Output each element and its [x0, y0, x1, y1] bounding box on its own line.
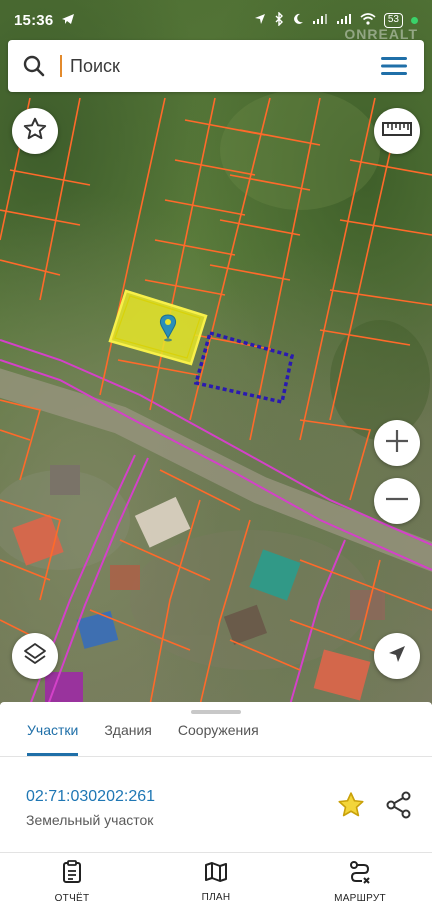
wifi-icon — [360, 12, 376, 28]
moon-icon — [292, 13, 304, 28]
minus-icon — [383, 485, 411, 518]
star-outline-icon — [22, 116, 48, 147]
report-icon — [61, 859, 83, 889]
neighbour-parcel-outline — [193, 330, 295, 405]
plus-icon — [383, 427, 411, 460]
location-icon — [254, 13, 266, 28]
my-location-button[interactable] — [374, 633, 420, 679]
sheet-drag-handle[interactable] — [191, 710, 241, 714]
telegram-icon — [61, 13, 75, 28]
zoom-out-button[interactable] — [374, 478, 420, 524]
layers-button[interactable] — [12, 633, 58, 679]
battery-level: 53 — [387, 14, 399, 25]
route-icon — [348, 860, 372, 889]
status-bar: 15:36 53 — [0, 0, 432, 40]
nav-route-label: МАРШРУТ — [334, 892, 386, 904]
status-time: 15:36 — [14, 11, 54, 29]
tab-divider — [0, 756, 432, 757]
share-button[interactable] — [384, 790, 414, 820]
signal-icon — [312, 13, 328, 28]
parcel-type-label: Земельный участок — [26, 812, 154, 828]
map-overlay — [0, 90, 432, 705]
nav-report[interactable]: ОТЧЁТ — [0, 853, 144, 910]
notification-dot — [411, 16, 418, 24]
tab-buildings[interactable]: Здания — [91, 716, 165, 756]
favorites-button[interactable] — [12, 108, 58, 154]
tab-parcels[interactable]: Участки — [14, 716, 91, 756]
cadastral-number-link[interactable]: 02:71:030202:261 — [26, 788, 155, 806]
object-tabs: Участки Здания Сооружения — [0, 716, 432, 756]
map-icon — [204, 861, 228, 888]
status-icons: 53 — [254, 10, 418, 29]
menu-icon[interactable] — [364, 40, 424, 92]
ruler-icon — [382, 121, 412, 142]
search-icon[interactable] — [8, 40, 60, 92]
search-input[interactable] — [60, 55, 364, 77]
selected-parcel — [108, 289, 208, 366]
star-icon — [336, 792, 366, 824]
navigation-arrow-icon — [386, 643, 408, 670]
nav-route[interactable]: МАРШРУТ — [288, 853, 432, 910]
nav-plan[interactable]: ПЛАН — [144, 853, 288, 910]
bottom-sheet: Участки Здания Сооружения 02:71:030202:2… — [0, 702, 432, 852]
layers-icon — [22, 641, 48, 672]
bottom-nav: ОТЧЁТ ПЛАН МАРШРУТ — [0, 852, 432, 910]
zoom-in-button[interactable] — [374, 420, 420, 466]
parcel-item[interactable]: 02:71:030202:261 Земельный участок — [0, 782, 432, 842]
tab-structures[interactable]: Сооружения — [165, 716, 272, 756]
bluetooth-icon — [274, 10, 284, 29]
nav-report-label: ОТЧЁТ — [54, 892, 90, 904]
search-bar — [8, 40, 424, 92]
nav-plan-label: ПЛАН — [201, 891, 231, 903]
ruler-button[interactable] — [374, 108, 420, 154]
map-view[interactable] — [0, 0, 432, 705]
signal-icon — [336, 13, 352, 28]
share-icon — [384, 791, 414, 824]
battery-icon: 53 — [383, 12, 403, 28]
favorite-button[interactable] — [336, 790, 366, 820]
